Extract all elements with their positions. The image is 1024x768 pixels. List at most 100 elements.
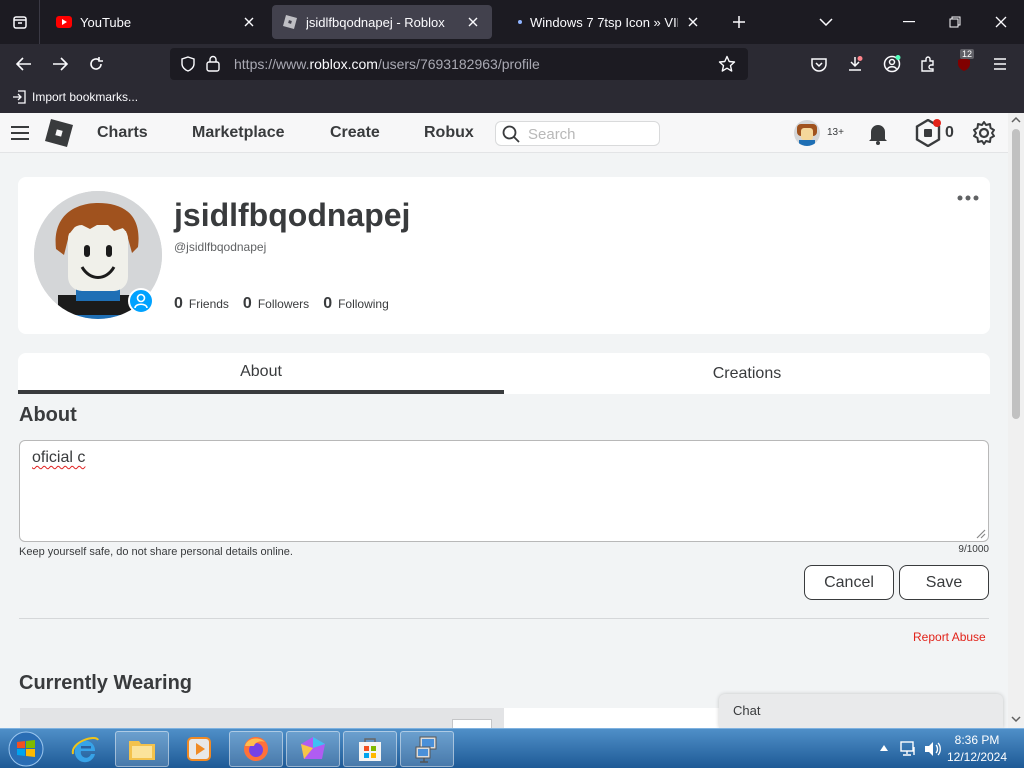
page-scrollbar[interactable] (1008, 113, 1024, 728)
friends-stat[interactable]: 0 Friends (174, 295, 229, 313)
nav-marketplace[interactable]: Marketplace (192, 124, 285, 142)
shield-icon[interactable] (180, 56, 196, 72)
firefox-icon (244, 737, 268, 761)
2d-3d-toggle-button[interactable] (452, 719, 492, 728)
volume-icon[interactable] (924, 741, 942, 757)
restore-button[interactable] (932, 0, 978, 44)
media-player-icon (187, 737, 211, 761)
following-count: 0 (323, 295, 333, 312)
safety-note: Keep yourself safe, do not share persona… (19, 546, 293, 558)
scroll-up-icon[interactable] (1011, 116, 1021, 124)
internet-explorer-icon (71, 736, 99, 763)
url-text[interactable]: https://www.roblox.com/users/7693182963/… (234, 56, 540, 72)
url-prefix: https://www. (234, 56, 310, 72)
search-icon (502, 125, 520, 143)
currently-wearing-heading: Currently Wearing (19, 672, 192, 694)
downloads-button[interactable] (839, 48, 871, 80)
address-bar[interactable]: https://www.roblox.com/users/7693182963/… (170, 48, 748, 80)
followers-label: Followers (257, 297, 310, 311)
forward-button[interactable] (44, 48, 76, 80)
new-tab-button[interactable] (717, 0, 761, 44)
network-icon[interactable] (900, 741, 918, 757)
online-status-badge (128, 288, 154, 314)
tab-about[interactable]: About (18, 353, 504, 394)
profile-stats: 0 Friends 0 Followers 0 Following (174, 295, 389, 313)
save-button[interactable]: Save (899, 565, 989, 600)
colorful-app-icon (301, 737, 325, 759)
start-button[interactable] (6, 731, 46, 767)
hamburger-icon (994, 58, 1006, 70)
nav-charts[interactable]: Charts (97, 124, 148, 142)
dot-icon (516, 14, 524, 30)
resize-handle-icon[interactable] (974, 527, 986, 539)
restore-icon (949, 16, 961, 28)
avatar-icon (797, 124, 817, 146)
header-avatar[interactable] (794, 120, 820, 146)
hamburger-menu-icon[interactable] (10, 125, 30, 141)
download-icon (849, 56, 863, 71)
tab-youtube[interactable]: YouTube (46, 5, 268, 39)
notifications-bell-icon[interactable] (867, 122, 889, 145)
show-hidden-icons-icon[interactable] (880, 745, 888, 751)
close-tab-icon[interactable] (240, 13, 258, 31)
chat-label: Chat (733, 703, 761, 718)
taskbar-store[interactable] (343, 731, 397, 767)
lock-icon[interactable] (206, 55, 220, 72)
profile-username: @jsidlfbqodnapej (174, 240, 267, 254)
pocket-button[interactable] (803, 48, 835, 80)
close-window-button[interactable] (978, 0, 1024, 44)
tab-creations[interactable]: Creations (504, 353, 990, 394)
followers-stat[interactable]: 0 Followers (243, 295, 309, 313)
bookmark-star-icon[interactable] (718, 55, 736, 73)
search-placeholder: Search (528, 126, 576, 143)
chat-widget[interactable]: Chat (719, 694, 1003, 728)
section-divider (19, 618, 989, 619)
cancel-button[interactable]: Cancel (804, 565, 894, 600)
taskbar-media-player[interactable] (172, 731, 226, 767)
more-options-icon[interactable] (956, 193, 980, 203)
profile-display-name: jsidlfbqodnapej (174, 197, 411, 233)
scrollbar-thumb[interactable] (1012, 129, 1020, 419)
menu-button[interactable] (984, 48, 1016, 80)
report-abuse-link[interactable]: Report Abuse (913, 630, 986, 644)
taskbar-firefox[interactable] (229, 731, 283, 767)
nav-robux[interactable]: Robux (424, 124, 474, 142)
following-stat[interactable]: 0 Following (323, 295, 389, 313)
scroll-down-icon[interactable] (1011, 715, 1021, 723)
user-icon (134, 293, 148, 309)
robux-icon[interactable] (915, 119, 941, 147)
taskbar-remote-app[interactable] (400, 731, 454, 767)
extensions-button[interactable] (912, 48, 944, 80)
roblox-logo-icon[interactable] (44, 118, 74, 148)
tab-title: YouTube (80, 14, 132, 30)
profile-tabs: About Creations (18, 353, 990, 394)
tab-list-button[interactable] (0, 0, 40, 44)
taskbar-clock[interactable]: 8:36 PM 12/12/2024 (944, 732, 1010, 766)
import-bookmarks-item[interactable]: Import bookmarks... (12, 90, 138, 104)
reload-button[interactable] (80, 48, 112, 80)
settings-gear-icon[interactable] (971, 120, 997, 146)
list-all-tabs-button[interactable] (803, 0, 849, 44)
back-button[interactable] (8, 48, 40, 80)
taskbar-file-explorer[interactable] (115, 731, 169, 767)
nav-create[interactable]: Create (330, 124, 380, 142)
age-badge: 13+ (827, 127, 844, 138)
about-textarea[interactable]: oficial c (19, 440, 989, 542)
avatar-preview-panel (20, 708, 504, 728)
import-icon (13, 90, 26, 104)
url-path: /users/7693182963/profile (377, 56, 540, 72)
ublock-extension-button[interactable]: 12 (948, 48, 980, 80)
arrow-right-icon (53, 57, 68, 71)
wearing-items-panel (504, 708, 720, 728)
close-tab-icon[interactable] (684, 13, 702, 31)
tab-windows-7-icon[interactable]: Windows 7 7tsp Icon » VIN STAR (506, 5, 712, 39)
taskbar-app-colorful[interactable] (286, 731, 340, 767)
account-button[interactable] (876, 48, 908, 80)
tab-roblox-profile[interactable]: jsidlfbqodnapej - Roblox (272, 5, 492, 39)
minimize-button[interactable] (886, 0, 932, 44)
taskbar-internet-explorer[interactable] (58, 731, 112, 767)
url-domain: roblox.com (309, 56, 378, 72)
robux-count[interactable]: 0 (945, 124, 954, 142)
close-tab-icon[interactable] (464, 13, 482, 31)
search-input[interactable]: Search (495, 121, 660, 146)
